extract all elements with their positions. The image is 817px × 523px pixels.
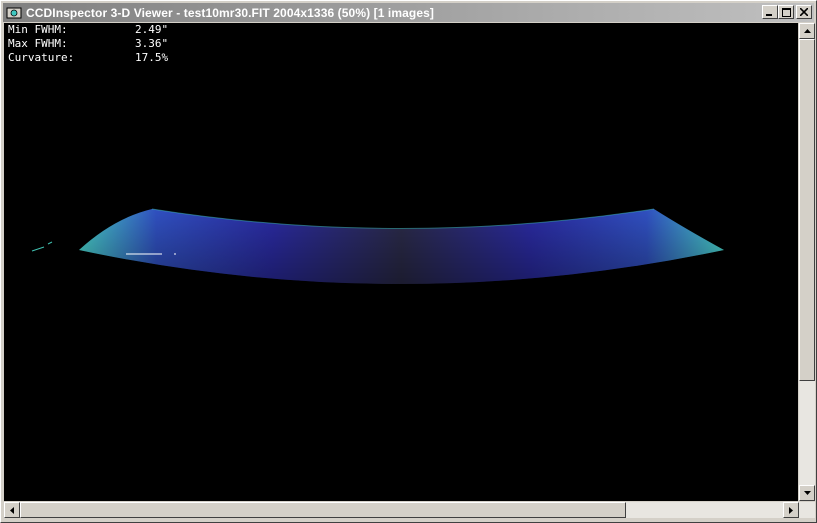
arrow-right-icon xyxy=(789,506,793,514)
scroll-up-button[interactable] xyxy=(799,23,815,39)
scroll-down-button[interactable] xyxy=(799,485,815,501)
horizontal-scrollbar[interactable] xyxy=(4,502,815,518)
min-fwhm-value: 2.49" xyxy=(135,23,169,36)
scroll-left-button[interactable] xyxy=(4,502,20,518)
3d-viewport[interactable]: Min FWHM: 2.49" Max FWHM: 3.36" Curvature:… xyxy=(4,23,798,501)
axis-stub xyxy=(31,241,53,252)
arrow-up-icon xyxy=(803,29,811,33)
curvature-label: Curvature: xyxy=(8,51,75,64)
stat-curvature: Curvature: 17.5% xyxy=(8,51,168,65)
max-fwhm-label: Max FWHM: xyxy=(8,37,68,50)
vertical-scroll-thumb[interactable] xyxy=(799,39,815,381)
horizontal-scroll-thumb[interactable] xyxy=(20,502,626,518)
maximize-button[interactable] xyxy=(778,5,794,19)
vertical-scrollbar[interactable] xyxy=(799,23,815,501)
viewer-window: CCDInspector 3-D Viewer - test10mr30.FIT… xyxy=(0,0,817,523)
stat-max-fwhm: Max FWHM: 3.36" xyxy=(8,37,168,51)
fwhm-surface-plot[interactable] xyxy=(4,23,798,501)
minimize-icon xyxy=(766,14,772,16)
max-fwhm-value: 3.36" xyxy=(135,37,169,50)
stat-min-fwhm: Min FWHM: 2.49" xyxy=(8,23,168,37)
close-icon xyxy=(800,8,808,16)
title-bar-buttons xyxy=(762,5,812,19)
surface-shade xyxy=(79,209,724,284)
curvature-value: 17.5% xyxy=(135,51,169,64)
fwhm-stats: Min FWHM: 2.49" Max FWHM: 3.36" Curvature:… xyxy=(8,23,168,65)
title-bar[interactable]: CCDInspector 3-D Viewer - test10mr30.FIT… xyxy=(3,3,814,22)
app-icon xyxy=(6,7,22,18)
arrow-left-icon xyxy=(10,506,14,514)
scroll-right-button[interactable] xyxy=(783,502,799,518)
window-title: CCDInspector 3-D Viewer - test10mr30.FIT… xyxy=(26,5,434,20)
min-fwhm-label: Min FWHM: xyxy=(8,23,68,36)
arrow-down-icon xyxy=(803,491,811,495)
minimize-button[interactable] xyxy=(762,5,778,19)
maximize-icon xyxy=(781,7,791,17)
close-button[interactable] xyxy=(796,5,812,19)
